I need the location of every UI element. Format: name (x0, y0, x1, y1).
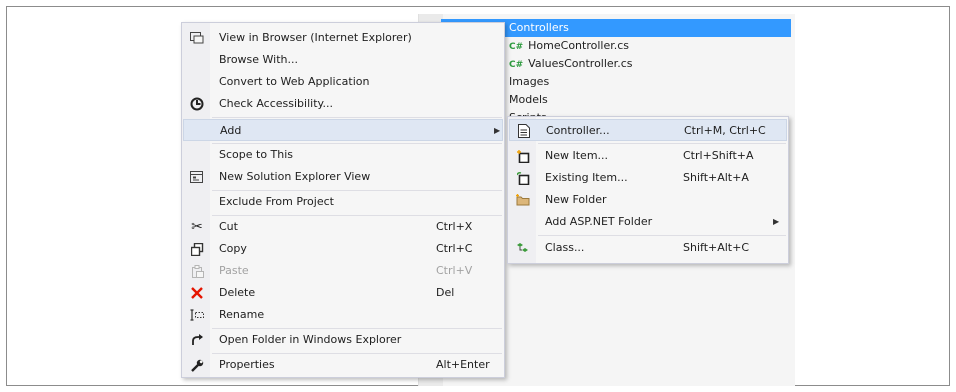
menu-item-label: Add (220, 124, 242, 137)
menu-item-scope-to-this[interactable]: Scope to This (183, 144, 503, 166)
solution-explorer-view-icon (183, 166, 211, 188)
menu-item-label: Scope to This (219, 148, 294, 161)
menu-item-shortcut: Shift+Alt+A (683, 171, 749, 184)
menu-item-label: Check Accessibility... (219, 97, 333, 110)
redo-arrow-icon (183, 329, 211, 351)
menu-item-label: New Folder (545, 193, 607, 206)
menu-item-label: Open Folder in Windows Explorer (219, 333, 402, 346)
csharp-file-icon: C# (509, 60, 524, 70)
tree-item-label: HomeController.cs (528, 39, 630, 52)
add-submenu: Controller... Ctrl+M, Ctrl+C New Item...… (507, 116, 789, 264)
folder-icon (509, 189, 537, 211)
menu-item-cut[interactable]: ✂ Cut Ctrl+X (183, 216, 503, 238)
submenu-item-new-folder[interactable]: New Folder (509, 189, 787, 211)
menu-item-rename[interactable]: Rename (183, 304, 503, 326)
menu-item-open-folder[interactable]: Open Folder in Windows Explorer (183, 329, 503, 351)
menu-item-label: Copy (219, 242, 247, 255)
existing-item-icon (509, 167, 537, 189)
menu-item-convert-to-web-app[interactable]: Convert to Web Application (183, 71, 503, 93)
copy-icon (183, 238, 211, 260)
submenu-item-add-aspnet-folder[interactable]: Add ASP.NET Folder ▶ (509, 211, 787, 233)
menu-item-label: Class... (545, 241, 585, 254)
class-icon (509, 237, 537, 259)
menu-item-copy[interactable]: Copy Ctrl+C (183, 238, 503, 260)
tree-item-images[interactable]: Images (509, 73, 549, 91)
menu-item-shortcut: Ctrl+C (436, 242, 473, 255)
submenu-arrow-icon: ▶ (773, 217, 780, 226)
menu-item-label: Controller... (546, 124, 610, 137)
menu-item-label: Browse With... (219, 53, 299, 66)
menu-item-add[interactable]: Add ▶ (183, 119, 503, 141)
submenu-arrow-icon: ▶ (494, 126, 501, 135)
menu-separator (538, 235, 786, 236)
delete-x-icon (183, 282, 211, 304)
menu-separator (212, 117, 502, 118)
tree-item-valuescontroller[interactable]: C# ValuesController.cs (509, 55, 632, 73)
submenu-item-class[interactable]: Class... Shift+Alt+C (509, 237, 787, 259)
menu-item-exclude-from-project[interactable]: Exclude From Project (183, 191, 503, 213)
wrench-icon (183, 354, 211, 376)
menu-item-label: Cut (219, 220, 238, 233)
menu-item-label: New Solution Explorer View (219, 170, 371, 183)
new-item-icon (509, 145, 537, 167)
menu-item-check-accessibility[interactable]: Check Accessibility... (183, 93, 503, 115)
tree-item-homecontroller[interactable]: C# HomeController.cs (509, 37, 629, 55)
menu-item-label: Existing Item... (545, 171, 628, 184)
menu-item-new-solution-explorer-view[interactable]: New Solution Explorer View (183, 166, 503, 188)
paste-icon (183, 260, 211, 282)
submenu-item-existing-item[interactable]: Existing Item... Shift+Alt+A (509, 167, 787, 189)
menu-separator (538, 143, 786, 144)
menu-item-label: Delete (219, 286, 256, 299)
menu-item-properties[interactable]: Properties Alt+Enter (183, 354, 503, 376)
csharp-file-icon: C# (509, 42, 524, 52)
menu-item-shortcut: Ctrl+V (436, 264, 473, 277)
menu-item-shortcut: Ctrl+X (436, 220, 473, 233)
menu-item-shortcut: Ctrl+Shift+A (683, 149, 754, 162)
submenu-item-new-item[interactable]: New Item... Ctrl+Shift+A (509, 145, 787, 167)
menu-item-shortcut: Alt+Enter (436, 358, 490, 371)
accessibility-icon (183, 93, 211, 115)
tree-item-label: ValuesController.cs (528, 57, 633, 70)
tree-item-label: Images (509, 75, 550, 88)
menu-item-label: Paste (219, 264, 249, 277)
menu-item-label: Properties (219, 358, 275, 371)
menu-item-label: View in Browser (Internet Explorer) (219, 31, 412, 44)
browser-icon (183, 27, 211, 49)
menu-item-paste[interactable]: Paste Ctrl+V (183, 260, 503, 282)
menu-item-shortcut: Ctrl+M, Ctrl+C (684, 124, 766, 137)
rename-icon (183, 304, 211, 326)
controller-icon (510, 120, 538, 142)
menu-item-label: Add ASP.NET Folder (545, 215, 653, 228)
tree-item-models[interactable]: Models (509, 91, 548, 109)
menu-item-label: Exclude From Project (219, 195, 334, 208)
menu-item-label: New Item... (545, 149, 609, 162)
scissors-icon: ✂ (191, 219, 203, 235)
menu-item-label: Rename (219, 308, 265, 321)
submenu-item-controller[interactable]: Controller... Ctrl+M, Ctrl+C (509, 119, 787, 141)
menu-item-shortcut: Shift+Alt+C (683, 241, 750, 254)
menu-item-browse-with[interactable]: Browse With... (183, 49, 503, 71)
context-menu: View in Browser (Internet Explorer) Brow… (181, 22, 505, 378)
menu-item-shortcut: Del (436, 286, 455, 299)
menu-item-delete[interactable]: Delete Del (183, 282, 503, 304)
menu-item-view-in-browser[interactable]: View in Browser (Internet Explorer) (183, 27, 503, 49)
menu-item-label: Convert to Web Application (219, 75, 370, 88)
tree-item-label: Models (509, 93, 548, 106)
